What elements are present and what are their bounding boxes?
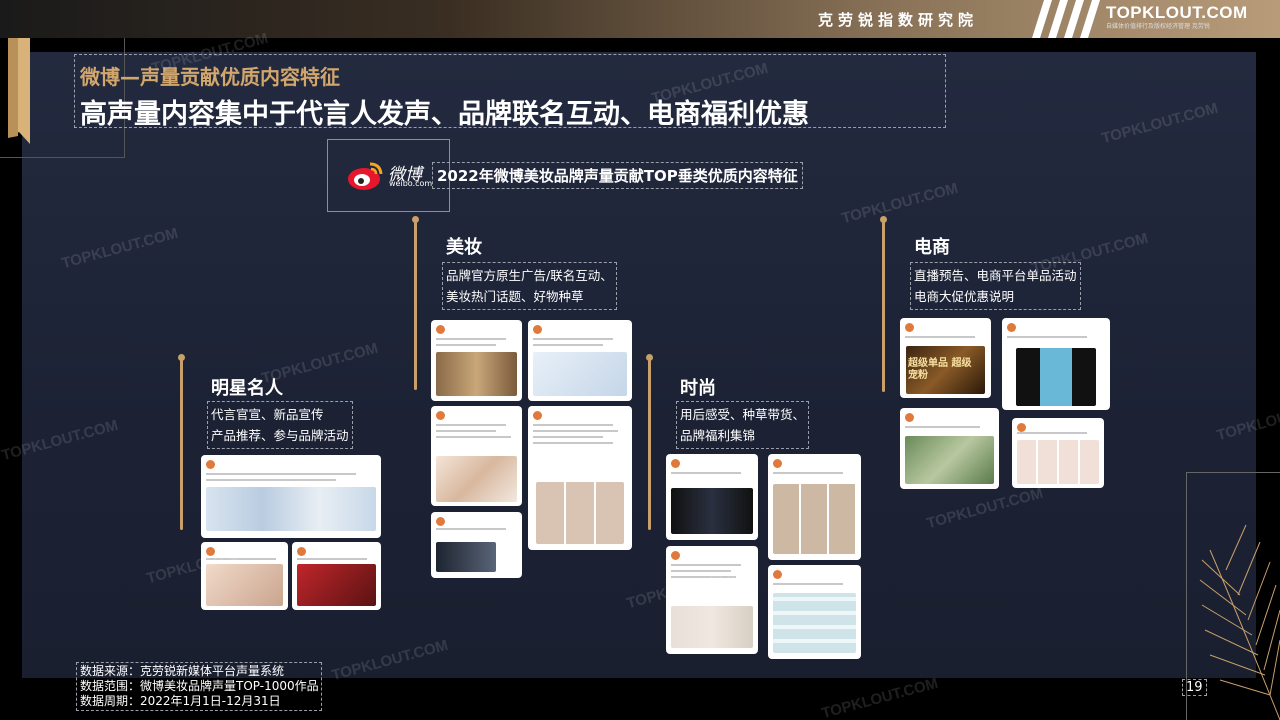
timeline-line-celebrity [178,354,185,530]
stripes-decoration [1032,0,1100,38]
post-card [666,454,758,540]
post-card [431,406,522,506]
chart-title: 2022年微博美妆品牌声量贡献TOP垂类优质内容特征 [432,162,803,189]
category-celebrity-desc: 代言官宣、新品宣传 产品推荐、参与品牌活动 [207,401,353,449]
post-card [431,512,522,578]
post-card [528,406,632,550]
page-number: 19 [1182,679,1207,696]
timeline-line-beauty [412,216,419,390]
brand-logo: TOPKLOUT.COM 自媒体价值排行及版权经济管理 克劳锐 [1106,3,1248,31]
post-card [528,320,632,401]
timeline-line-fashion [646,354,653,530]
category-ecommerce-title: 电商 [914,237,950,258]
watermark: TOPKLOUT.COM [819,674,940,720]
post-card [768,565,861,659]
post-card [768,454,861,560]
slide-title: 高声量内容集中于代言人发声、品牌联名互动、电商福利优惠 [80,99,809,130]
category-fashion-desc: 用后感受、种草带货、 品牌福利集锦 [676,401,810,449]
org-name: 克劳锐指数研究院 [818,11,979,29]
post-card [1012,418,1104,488]
category-beauty-title: 美妆 [446,237,482,258]
gold-ribbon [8,38,30,144]
category-fashion-title: 时尚 [680,378,716,399]
data-source-note: 数据来源：克劳锐新媒体平台声量系统 数据范围：微博美妆品牌声量TOP-1000作… [76,662,322,711]
post-card [292,542,381,610]
slide-subtitle: 微博—声量贡献优质内容特征 [80,65,340,89]
ecom-card-overlay: 超级单品 超级宠粉 [908,358,972,381]
post-card: 超级单品 超级宠粉 [900,318,991,398]
weibo-url: weibo.com [389,179,433,188]
post-card [900,408,999,489]
post-card [666,546,758,654]
timeline-line-ecommerce [880,216,887,392]
post-card [201,455,381,538]
post-card [1002,318,1110,410]
category-beauty-desc: 品牌官方原生广告/联名互动、 美妆热门话题、好物种草 [442,262,617,310]
post-card [431,320,522,401]
